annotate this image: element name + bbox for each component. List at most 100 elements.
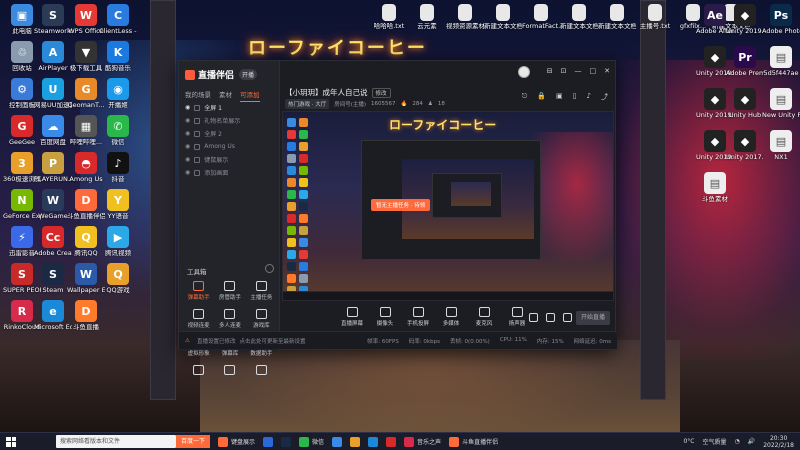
scene-item[interactable]: ◉ Among Us	[185, 140, 275, 153]
desktop-icon[interactable]: ▤ New Unity Project	[762, 88, 800, 119]
visibility-eye-icon[interactable]: ◉	[185, 169, 190, 176]
desktop-icon-glyph: Y	[107, 189, 129, 211]
record-icon[interactable]	[529, 313, 538, 322]
network-icon[interactable]: ◔	[735, 438, 740, 445]
source-tool-label: 摄像头	[376, 321, 394, 327]
visibility-eye-icon[interactable]: ◉	[185, 143, 190, 150]
toolbox-item[interactable]: 多人连麦	[214, 309, 245, 329]
settings-icon[interactable]	[546, 313, 555, 322]
source-tool-button[interactable]: 扬声器	[505, 307, 529, 327]
clock[interactable]: 20:30 2022/2/18	[763, 435, 794, 449]
scene-item[interactable]: ◉ 添加画面	[185, 166, 275, 179]
taskbar-app[interactable]	[281, 436, 292, 447]
desktop-icon[interactable]: ✆ 微信	[99, 115, 137, 146]
scene-item[interactable]: ◉ 全屏 1	[185, 101, 275, 114]
desktop-file-icon[interactable]: FormatFact...	[522, 4, 560, 30]
source-tool-button[interactable]: 摄像头	[373, 307, 397, 327]
gear-icon[interactable]	[563, 313, 572, 322]
taskbar-app[interactable]: 微信	[299, 436, 324, 447]
scene-item[interactable]: ◉ 键鼠展示	[185, 153, 275, 166]
volume-icon[interactable]: 🔊	[748, 438, 755, 445]
desktop-file-icon[interactable]: 云元素	[408, 4, 446, 30]
baidu-search-button[interactable]: 百度一下	[176, 435, 211, 448]
toolbox-item[interactable]: 主播任务	[246, 281, 277, 301]
edit-title-button[interactable]: 修改	[371, 87, 391, 98]
desktop-icon[interactable]: ◆ Unity 2019.4.7f1	[726, 4, 764, 35]
desktop-icon[interactable]: ▤ 斗鱼素材	[696, 172, 734, 203]
toolbox-item[interactable]	[214, 365, 245, 377]
window-control-icon[interactable]: ✕	[604, 67, 610, 75]
toolbox-item[interactable]	[183, 365, 214, 377]
taskbar-app[interactable]	[368, 436, 379, 447]
search-icon[interactable]	[22, 436, 52, 448]
toolbox-settings-icon[interactable]	[265, 264, 274, 273]
desktop-file-icon[interactable]: 视频资源素材	[446, 4, 484, 30]
visibility-eye-icon[interactable]: ◉	[185, 117, 190, 124]
desktop-icon[interactable]: ▤ 5d5f447ae	[762, 46, 800, 77]
desktop-icon[interactable]: Ps Adobe Photosh...	[762, 4, 800, 35]
taskbar-app-icon	[350, 436, 361, 447]
screenshot-icon[interactable]: ▣	[556, 92, 563, 102]
desktop-icon[interactable]: Pr Adobe Premiere...	[726, 46, 764, 77]
toolbox-item[interactable]: 视频连麦	[183, 309, 214, 329]
source-tool-button[interactable]: 多媒体	[439, 307, 463, 327]
desktop-icon[interactable]: ▶ 腾讯视频	[99, 226, 137, 257]
mobile-icon[interactable]: ▯	[573, 92, 577, 102]
window-control-icon[interactable]: ⊟	[547, 67, 553, 75]
taskbar-app[interactable]	[386, 436, 397, 447]
toolbox-item[interactable]: 弹幕助手	[183, 281, 214, 301]
desktop-file-icon[interactable]: 新建文本文档 (3).txt	[598, 4, 636, 30]
desktop-icon[interactable]: ◆ Unity 2017.3.0...	[726, 130, 764, 161]
source-tool-button[interactable]: 直播屏幕	[340, 307, 364, 327]
desktop-icon[interactable]: ▤ NX1	[762, 130, 800, 161]
live-badge[interactable]: 开播	[239, 69, 258, 80]
toolbox-item[interactable]: 房管助手	[214, 281, 245, 301]
desktop-icon[interactable]: Y YY语音	[99, 189, 137, 220]
desktop-file-icon[interactable]: 新建文本文档	[484, 4, 522, 30]
window-control-icon[interactable]: ⊡	[561, 67, 567, 75]
taskbar-app[interactable]: 音乐之声	[404, 436, 441, 447]
desktop-icon[interactable]: ♪ 抖音	[99, 152, 137, 183]
desktop-icon[interactable]: ◆ Unity Hub	[726, 88, 764, 119]
desktop-icon[interactable]: Q QQ游戏	[99, 263, 137, 294]
start-live-button[interactable]: 开始直播	[576, 311, 610, 325]
stream-preview[interactable]: ローファイコーヒー 暂无主播任务 · 待领	[282, 111, 614, 301]
user-avatar[interactable]	[518, 66, 530, 78]
share-icon[interactable]: ⎋	[522, 92, 528, 102]
category-chip[interactable]: 热门游戏 · 大厅	[285, 99, 330, 109]
desktop-icon[interactable]: ◉ 开播姬	[99, 78, 137, 109]
taskbar-app[interactable]	[263, 436, 274, 447]
source-tool-button[interactable]: 麦克风	[472, 307, 496, 327]
status-warning[interactable]: ⚠ 直播设置已修改 点击此处可更新至最新设置	[185, 337, 305, 345]
toolbox-item[interactable]	[246, 365, 277, 377]
desktop-file-icon[interactable]: 主播号.txt	[636, 4, 674, 30]
visibility-eye-icon[interactable]: ◉	[185, 156, 190, 163]
window-control-icon[interactable]: □	[590, 67, 597, 75]
source-tool-button[interactable]: 手机投屏	[406, 307, 430, 327]
desktop-icon[interactable]: C ClientLess - 快捷方式	[99, 4, 137, 35]
desktop-icon-glyph: D	[75, 189, 97, 211]
windows-start-icon[interactable]	[6, 436, 16, 447]
preview-task-toast[interactable]: 暂无主播任务 · 待领	[371, 199, 431, 211]
visibility-eye-icon[interactable]: ◉	[185, 130, 190, 137]
taskbar-app[interactable]: 斗鱼直播伴侣	[449, 436, 498, 447]
scene-item[interactable]: ◉ 全屏 2	[185, 127, 275, 140]
desktop-icon[interactable]: D 斗鱼直播	[67, 300, 105, 331]
desktop-icon-glyph: S	[42, 4, 64, 26]
system-tray: 0°C 空气质量 ◔ 🔊 20:30 2022/2/18	[683, 435, 800, 449]
desktop-file-icon[interactable]: 新建文本文档 (2).txt	[560, 4, 598, 30]
share-link-icon[interactable]: ⤴	[601, 92, 608, 102]
desktop-icon[interactable]: K 酷狗音乐	[99, 41, 137, 72]
lock-icon[interactable]: 🔒	[537, 92, 546, 102]
desktop-file-icon[interactable]: 哈哈哈.txt	[370, 4, 408, 30]
toolbox-item[interactable]: 游戏库	[246, 309, 277, 329]
taskbar-app[interactable]	[350, 436, 361, 447]
window-control-icon[interactable]: —	[575, 67, 582, 75]
taskbar-app[interactable]	[332, 436, 343, 447]
room-id: 1605567	[371, 101, 396, 107]
visibility-eye-icon[interactable]: ◉	[185, 104, 190, 111]
notification-icon[interactable]: ♪	[587, 92, 591, 102]
taskbar-app[interactable]: 键盘展示	[218, 436, 255, 447]
taskbar-search-input[interactable]: 搜索网络看版本和文件	[56, 435, 176, 448]
scene-item[interactable]: ◉ 礼物名单展示	[185, 114, 275, 127]
